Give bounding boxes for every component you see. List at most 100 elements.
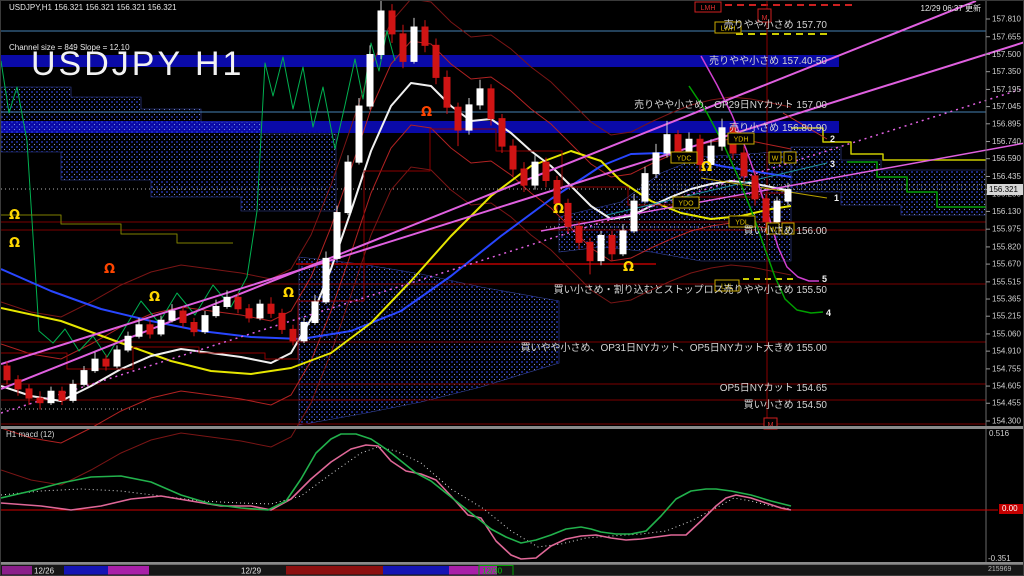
price-axis-label: 156.435 xyxy=(992,172,1021,181)
timeline-date-label: 12/30 xyxy=(482,567,503,576)
candle-body xyxy=(169,311,175,320)
candle-body xyxy=(543,162,549,180)
candle-body xyxy=(279,313,285,329)
omega-marker-icon: Ω xyxy=(283,286,294,301)
candle-body xyxy=(620,231,626,254)
candle-body xyxy=(422,27,428,45)
candle-body xyxy=(741,153,747,176)
monthly-level-box-label: LMH xyxy=(701,5,716,12)
candle-body xyxy=(587,242,593,260)
trendline-number-label: 1 xyxy=(834,193,839,203)
candle-body xyxy=(763,199,769,222)
session-segment xyxy=(108,566,149,575)
candle-body xyxy=(92,359,98,370)
order-annotation: 買い小さめ 156.00 xyxy=(744,225,828,237)
candle-body xyxy=(48,391,54,402)
candle-body xyxy=(70,384,76,400)
period-level-box-label: W xyxy=(772,156,779,163)
period-level-box-label: YDO xyxy=(678,201,694,208)
omega-marker-icon: Ω xyxy=(553,202,564,217)
period-level-box-label: YDH xyxy=(734,137,749,144)
candle-body xyxy=(653,153,659,174)
candle-body xyxy=(301,323,307,341)
candle-body xyxy=(642,174,648,201)
candle-body xyxy=(4,366,10,380)
timeline-date-label: 12/26 xyxy=(34,567,55,576)
candle-body xyxy=(191,323,197,332)
candle-body xyxy=(675,135,681,153)
timeline-date-label: 12/29 xyxy=(241,567,262,576)
omega-marker-red-icon: Ω xyxy=(104,262,115,277)
session-segment xyxy=(286,566,383,575)
candle-body xyxy=(576,226,582,242)
symbol-quote-line: USDJPY,H1 156.321 156.321 156.321 156.32… xyxy=(9,3,177,12)
corner-number: 215969 xyxy=(988,566,1011,573)
pane-separator xyxy=(1,426,1024,429)
candle-body xyxy=(719,128,725,146)
macd-indicator-label: H1 macd (12) xyxy=(6,430,54,439)
candle-body xyxy=(15,380,21,389)
candle-body xyxy=(400,34,406,61)
order-annotation: 売りやや小さめ 157.70 xyxy=(724,18,828,31)
chart-surface[interactable]: ΩΩΩΩΩΩΩΩΩLWHYDHYDCYDOYDLWDWDLVLLMHMM2315… xyxy=(1,1,1024,576)
candle-body xyxy=(631,201,637,231)
candle-body xyxy=(664,135,670,153)
trendline-number-label: 4 xyxy=(826,308,831,318)
price-axis-label: 157.195 xyxy=(992,85,1021,94)
candle-body xyxy=(125,336,131,350)
candle-body xyxy=(103,359,109,366)
trendline-number-label: 2 xyxy=(830,134,835,144)
price-axis-label: 155.515 xyxy=(992,277,1021,286)
candle-body xyxy=(444,77,450,107)
candle-body xyxy=(774,201,780,222)
candle-body xyxy=(477,89,483,105)
trendline-number-label: 3 xyxy=(830,159,835,169)
session-segment xyxy=(64,566,108,575)
order-annotation: 買い小さめ 154.50 xyxy=(744,399,828,411)
candle-body xyxy=(488,89,494,119)
pane-separator xyxy=(1,562,1024,565)
candle-body xyxy=(235,297,241,308)
price-axis-label: 154.755 xyxy=(992,364,1021,373)
order-annotation: 売り小さめ 156.80-90 xyxy=(729,121,827,134)
price-axis-label: 155.215 xyxy=(992,312,1021,321)
candle-body xyxy=(466,105,472,130)
price-axis-label: 157.810 xyxy=(992,15,1021,24)
candle-body xyxy=(312,302,318,323)
candle-body xyxy=(158,320,164,334)
price-axis-label: 154.605 xyxy=(992,382,1021,391)
candle-body xyxy=(686,139,692,153)
candle-body xyxy=(433,45,439,77)
candle-body xyxy=(521,169,527,185)
candle-body xyxy=(180,311,186,322)
candle-body xyxy=(510,146,516,169)
period-level-box-label: YDC xyxy=(677,156,692,163)
candle-body xyxy=(554,180,560,203)
candle-body xyxy=(389,11,395,34)
price-axis-label: 155.820 xyxy=(992,242,1021,251)
macd-current-value-box: 0.00 xyxy=(999,504,1024,514)
price-axis-label: 157.350 xyxy=(992,67,1021,76)
candle-body xyxy=(532,162,538,185)
candle-body xyxy=(345,162,351,212)
candle-body xyxy=(37,398,43,403)
trendline-number-label: 5 xyxy=(822,274,827,284)
price-axis-label: 154.300 xyxy=(992,417,1021,426)
candle-body xyxy=(147,325,153,334)
session-segment xyxy=(2,566,32,575)
price-axis-label: 157.655 xyxy=(992,32,1021,41)
candle-body xyxy=(785,190,791,201)
last-update-timestamp: 12/29 06:37 更新 xyxy=(921,3,981,14)
candle-body xyxy=(59,391,65,400)
candle-body xyxy=(136,325,142,336)
candle-body xyxy=(356,106,362,162)
omega-marker-icon: Ω xyxy=(9,236,20,251)
price-axis-label: 155.060 xyxy=(992,329,1021,338)
candle-body xyxy=(114,350,120,366)
omega-marker-icon: Ω xyxy=(9,208,20,223)
price-axis-label: 155.975 xyxy=(992,225,1021,234)
order-annotation: 買いやや小さめ、OP31日NYカット、OP5日NYカット大きめ 155.00 xyxy=(520,341,827,354)
candle-body xyxy=(367,55,373,107)
price-axis-label: 156.590 xyxy=(992,154,1021,163)
candle-body xyxy=(598,235,604,260)
